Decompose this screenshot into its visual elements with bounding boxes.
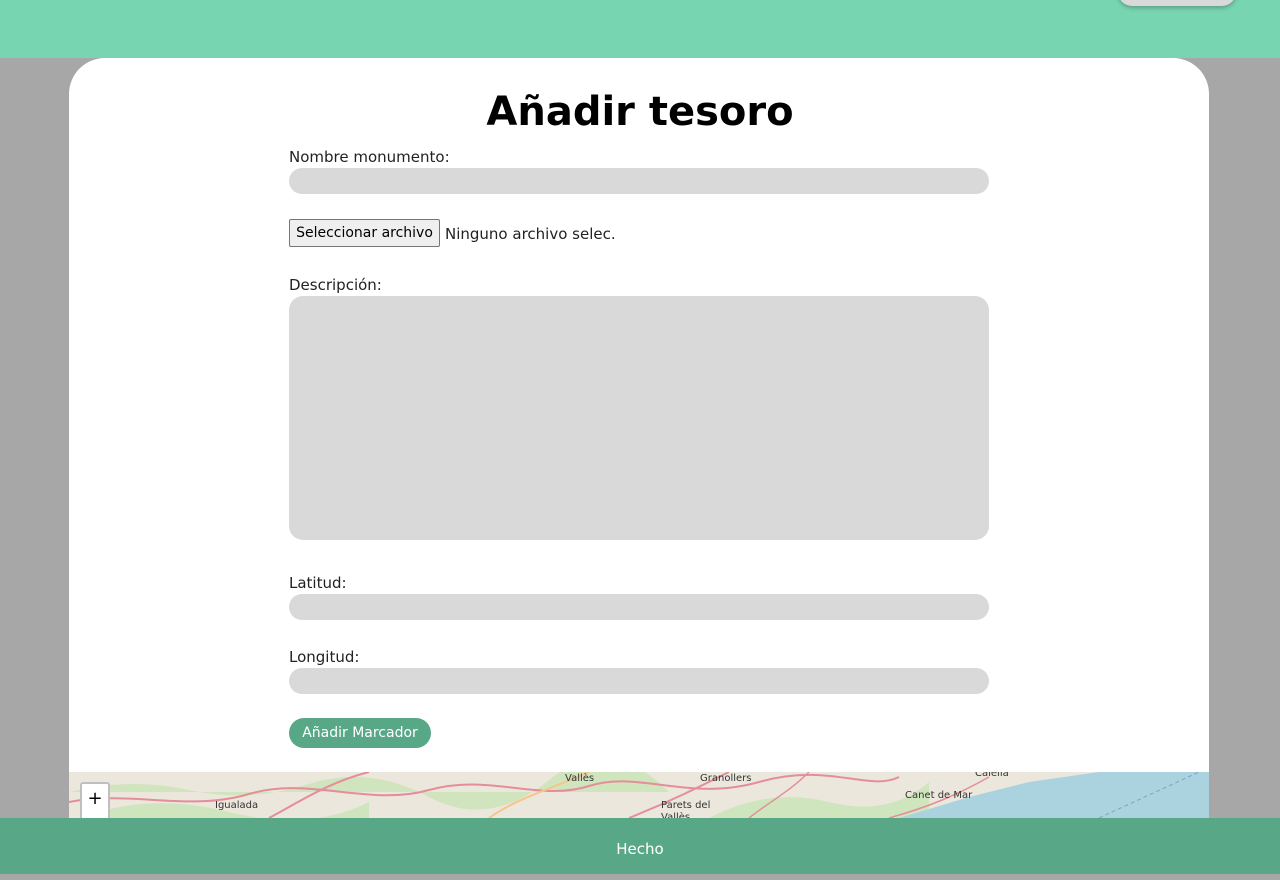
- zoom-in-button[interactable]: +: [80, 782, 110, 818]
- file-status: Ninguno archivo selec.: [445, 225, 616, 243]
- top-menu-button[interactable]: [1118, 0, 1236, 6]
- name-label: Nombre monumento:: [289, 148, 450, 166]
- latitude-input[interactable]: [289, 594, 989, 620]
- page-title: Añadir tesoro: [486, 89, 794, 135]
- map-label-granollers: Granollers: [700, 773, 752, 784]
- done-button[interactable]: Hecho: [0, 818, 1280, 874]
- map-label-valles: Vallès: [565, 773, 595, 784]
- select-file-button[interactable]: Seleccionar archivo: [289, 219, 440, 247]
- latitude-label: Latitud:: [289, 574, 347, 592]
- description-label: Descripción:: [289, 276, 382, 294]
- map-label-parets: Parets del Vallès: [661, 800, 711, 818]
- map-label-igualada: Igualada: [215, 800, 259, 811]
- map-label-canet: Canet de Mar: [905, 790, 973, 801]
- add-marker-button[interactable]: Añadir Marcador: [289, 718, 431, 748]
- description-textarea[interactable]: [289, 296, 989, 540]
- longitude-input[interactable]: [289, 668, 989, 694]
- longitude-label: Longitud:: [289, 648, 360, 666]
- name-input[interactable]: [289, 168, 989, 194]
- map-label-calella: Calella: [975, 772, 1009, 779]
- map[interactable]: Vallès Granollers Calella Igualada Paret…: [69, 772, 1209, 818]
- top-bar: [0, 0, 1280, 58]
